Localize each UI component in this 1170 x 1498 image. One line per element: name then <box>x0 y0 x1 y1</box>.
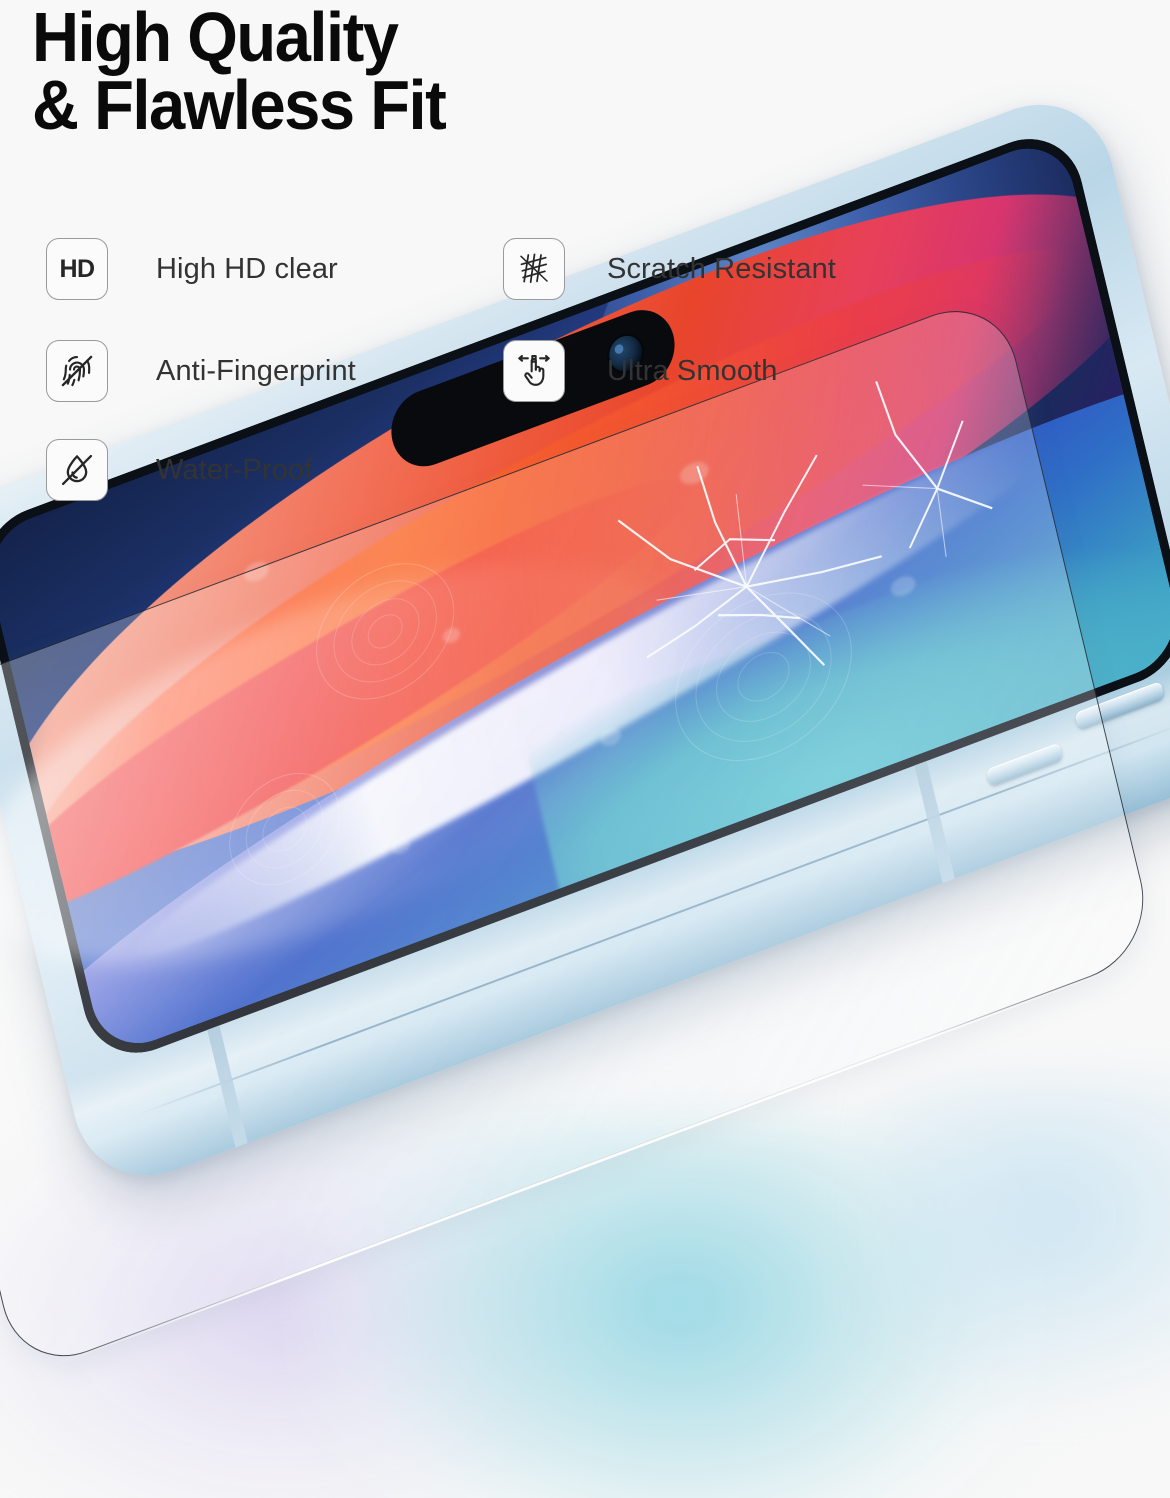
hd-icon: HD <box>46 238 108 300</box>
ambient-glow-teal <box>300 1120 1060 1498</box>
feature-label: Anti-Fingerprint <box>156 354 356 387</box>
feature-item-ultra-smooth: Ultra Smooth <box>503 340 777 402</box>
wallpaper-sphere <box>535 133 1170 705</box>
feature-label: High HD clear <box>156 252 338 285</box>
antenna-band <box>207 1025 248 1148</box>
phone-rail-highlight <box>135 722 1170 1117</box>
feature-item-water-proof: Water-Proof <box>46 439 312 501</box>
volume-up-button <box>985 742 1063 787</box>
water-drop-slash-icon <box>46 439 108 501</box>
antenna-band <box>914 760 955 884</box>
phone-side-rail <box>66 648 1170 1200</box>
ambient-glow-blue <box>880 1080 1170 1420</box>
feature-item-anti-fingerprint: Anti-Fingerprint <box>46 340 356 402</box>
wallpaper-red-band <box>0 427 713 961</box>
volume-down-button <box>1074 680 1165 730</box>
feature-item-scratch-resistant: Scratch Resistant <box>503 238 836 300</box>
feature-item-high-hd-clear: HD High HD clear <box>46 238 338 300</box>
hd-icon-text: HD <box>59 254 95 283</box>
wallpaper-teal-glow <box>521 481 1170 941</box>
ambient-glow-violet <box>0 1120 560 1498</box>
feature-label: Ultra Smooth <box>607 354 778 387</box>
glass-bottom-edge <box>43 959 1135 1371</box>
scratch-hatch-icon <box>503 238 565 300</box>
product-feature-banner: High Quality & Flawless Fit HD High HD c… <box>0 0 1170 1498</box>
fingerprint-smudge-icon <box>293 535 477 728</box>
feature-label: Scratch Resistant <box>607 252 836 285</box>
fingerprint-smudge-icon <box>649 558 878 796</box>
page-title: High Quality & Flawless Fit <box>32 0 447 144</box>
feature-label: Water-Proof <box>156 453 313 486</box>
fingerprint-slash-icon <box>46 340 108 402</box>
glass-reflection <box>0 480 721 1047</box>
product-shot <box>0 79 1170 1390</box>
swipe-hand-icon <box>503 340 565 402</box>
fingerprint-smudge-icon <box>209 749 360 909</box>
wallpaper-lower-blue <box>0 292 1170 1059</box>
